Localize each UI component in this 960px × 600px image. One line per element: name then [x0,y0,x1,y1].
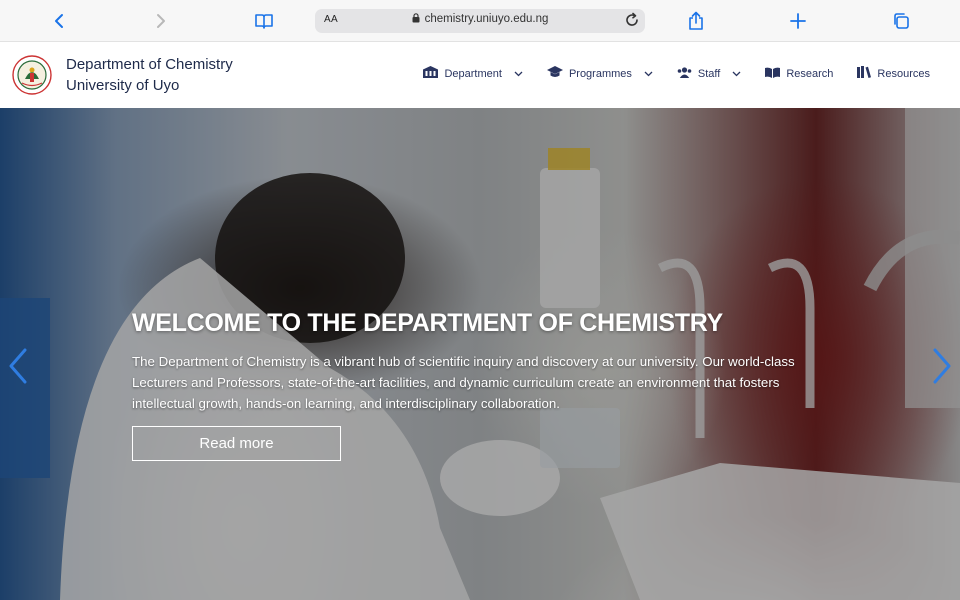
users-icon [677,66,698,81]
lock-icon [412,13,420,26]
nav-item-department[interactable]: Department [423,66,523,81]
nav-label: Staff [697,67,721,80]
site-header: Department of Chemistry University of Uy… [0,42,960,108]
address-bar[interactable]: AA chemistry.uniuyo.edu.ng [315,9,645,33]
forward-icon[interactable] [149,9,173,33]
url-text: chemistry.uniuyo.edu.ng [424,13,549,25]
share-icon[interactable] [684,9,708,33]
site-title-department: Department of Chemistry [66,56,233,73]
plus-icon[interactable] [786,9,810,33]
main-nav: Department Programmes Staff Research Res… [399,66,930,81]
chevron-left-icon [8,348,28,389]
chevron-down-icon [508,68,523,80]
nav-label: Resources [877,67,930,80]
tabs-icon[interactable] [889,9,913,33]
nav-label: Department [444,67,502,80]
building-icon [423,66,444,81]
library-icon [857,66,877,81]
hero-carousel: WELCOME TO THE DEPARTMENT OF CHEMISTRY T… [0,108,960,600]
carousel-prev-button[interactable] [4,348,32,388]
nav-item-staff[interactable]: Staff [677,66,741,81]
reload-icon[interactable] [624,12,640,33]
hero-title: WELCOME TO THE DEPARTMENT OF CHEMISTRY [132,309,723,337]
site-title[interactable]: Department of Chemistry University of Uy… [66,54,233,96]
hero-description: The Department of Chemistry is a vibrant… [132,354,795,411]
site-title-university: University of Uyo [66,77,180,94]
nav-label: Programmes [568,67,632,80]
read-more-button[interactable]: Read more [132,426,341,461]
nav-item-research[interactable]: Research [765,66,833,81]
university-logo[interactable] [12,55,52,95]
chevron-right-icon [932,348,952,389]
nav-item-programmes[interactable]: Programmes [546,66,653,81]
chevron-down-icon [726,68,741,80]
chevron-down-icon [638,68,653,80]
browser-toolbar: AA chemistry.uniuyo.edu.ng [0,0,960,42]
back-icon[interactable] [47,9,71,33]
book-icon[interactable] [252,9,276,33]
graduation-cap-icon [546,66,569,81]
nav-item-resources[interactable]: Resources [857,66,930,81]
book-open-icon [765,67,786,81]
carousel-next-button[interactable] [928,348,956,388]
nav-label: Research [786,67,834,80]
